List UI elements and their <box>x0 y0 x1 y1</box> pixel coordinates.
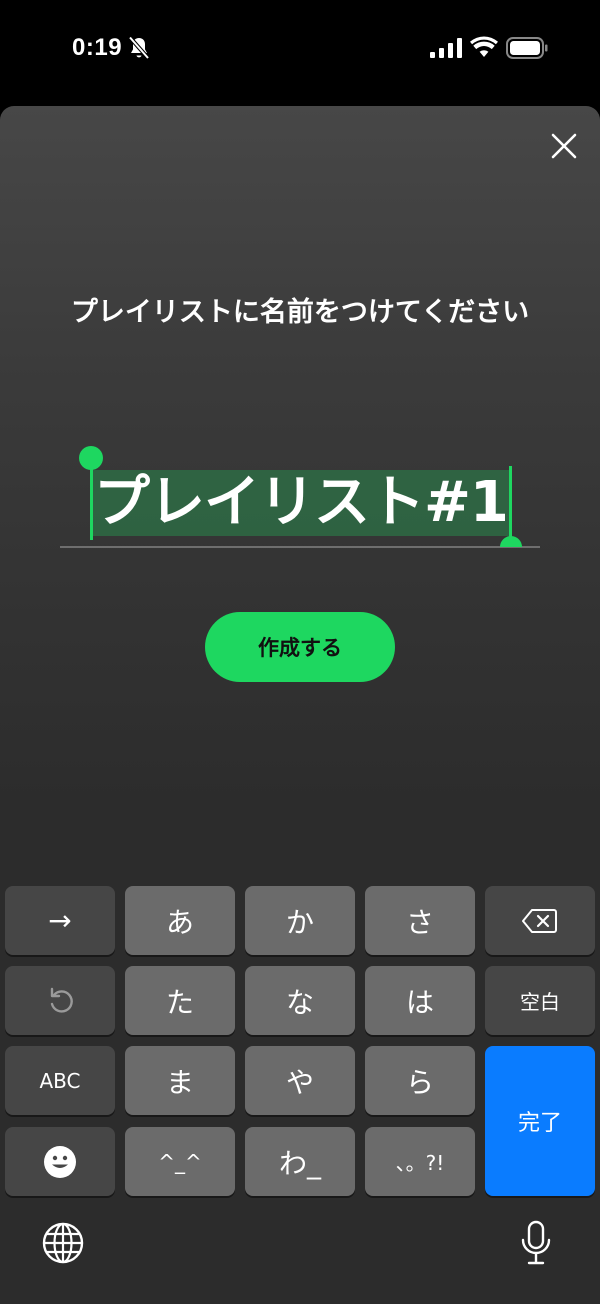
key-emoji[interactable] <box>5 1127 115 1196</box>
battery-icon <box>506 37 548 59</box>
keyboard: → あ か さ た な は 空白 ABC ま や ら 完了 ^_^ わ_ 、。?… <box>0 802 600 1304</box>
name-playlist-sheet: プレイリストに名前をつけてください プレイリスト#1 作成する <box>0 106 600 806</box>
key-ta[interactable]: た <box>125 966 235 1035</box>
key-kaomoji[interactable]: ^_^ <box>125 1127 235 1196</box>
key-delete[interactable] <box>485 886 595 955</box>
key-ha[interactable]: は <box>365 966 475 1035</box>
wifi-icon <box>470 36 498 57</box>
key-arrow[interactable]: → <box>5 886 115 955</box>
key-a[interactable]: あ <box>125 886 235 955</box>
key-done[interactable]: 完了 <box>485 1046 595 1196</box>
key-ma[interactable]: ま <box>125 1046 235 1115</box>
close-icon <box>551 133 577 159</box>
bell-slash-icon <box>128 36 150 60</box>
close-button[interactable] <box>546 128 582 164</box>
playlist-name-field[interactable]: プレイリスト#1 <box>60 446 540 548</box>
key-undo[interactable] <box>5 966 115 1035</box>
key-na[interactable]: な <box>245 966 355 1035</box>
signal-icon <box>430 38 462 58</box>
key-ra[interactable]: ら <box>365 1046 475 1115</box>
selection-start-handle[interactable] <box>79 446 103 540</box>
sheet-title: プレイリストに名前をつけてください <box>70 297 530 328</box>
undo-icon <box>50 987 73 1013</box>
globe-icon[interactable] <box>42 1222 84 1264</box>
key-ya[interactable]: や <box>245 1046 355 1115</box>
key-sa[interactable]: さ <box>365 886 475 955</box>
key-space[interactable]: 空白 <box>485 966 595 1035</box>
key-abc[interactable]: ABC <box>5 1046 115 1115</box>
key-wa[interactable]: わ_ <box>245 1127 355 1196</box>
status-bar: 0:19 <box>0 0 600 96</box>
emoji-icon <box>44 1145 76 1178</box>
mic-icon[interactable] <box>520 1220 552 1266</box>
selection-end-handle[interactable] <box>500 466 524 548</box>
create-button[interactable]: 作成する <box>205 612 395 682</box>
playlist-name-input[interactable]: プレイリスト#1 <box>90 470 512 536</box>
key-ka[interactable]: か <box>245 886 355 955</box>
delete-icon <box>522 908 557 933</box>
screen: 0:19 プレイリストに名前をつけてください プレイリスト#1 作成する → あ… <box>0 0 600 1304</box>
status-time: 0:19 <box>72 34 123 61</box>
key-punctuation[interactable]: 、。?! <box>365 1127 475 1196</box>
